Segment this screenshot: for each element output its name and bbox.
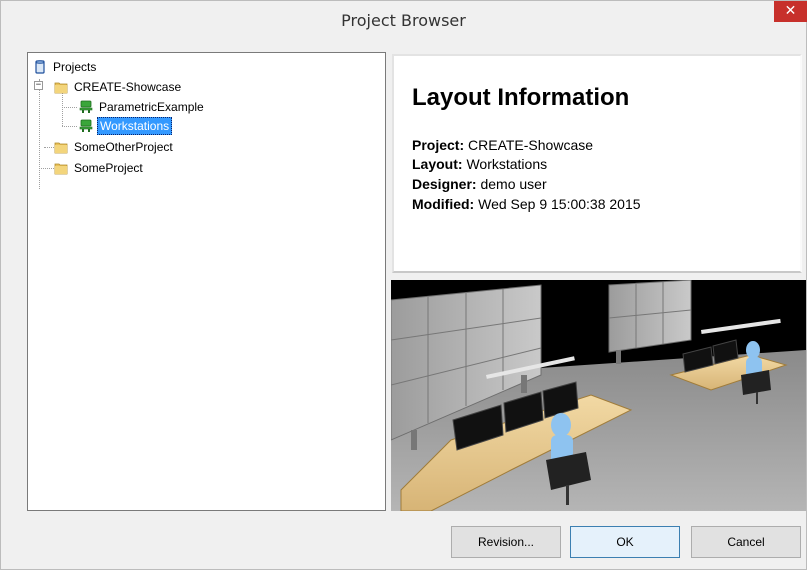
- layout-preview-image: [391, 280, 806, 511]
- info-label: Layout:: [412, 156, 463, 172]
- tree-item-label: Workstations: [97, 117, 173, 135]
- tree-item-label: ParametricExample: [99, 100, 204, 114]
- project-tree[interactable]: Projects − CREATE-Showcase ParametricExa…: [27, 52, 386, 511]
- folder-icon: [53, 139, 69, 155]
- info-heading: Layout Information: [412, 84, 630, 111]
- tree-item-someotherproject[interactable]: SomeOtherProject: [53, 138, 175, 156]
- tree-connector: [39, 79, 40, 189]
- tree-item-label: Projects: [53, 60, 97, 74]
- info-modified: Modified: Wed Sep 9 15:00:38 2015: [412, 196, 641, 212]
- tree-item-workstations[interactable]: Workstations: [78, 117, 173, 135]
- info-value: Workstations: [462, 156, 548, 172]
- tree-item-projects[interactable]: Projects: [32, 58, 98, 76]
- tree-connector: [62, 107, 77, 108]
- tree-item-create-showcase[interactable]: CREATE-Showcase: [53, 78, 183, 96]
- cancel-button[interactable]: Cancel: [691, 526, 801, 558]
- info-value: Wed Sep 9 15:00:38 2015: [474, 196, 641, 212]
- tree-connector: [62, 126, 77, 127]
- title-bar[interactable]: Project Browser ✕: [1, 1, 807, 39]
- info-project: Project: CREATE-Showcase: [412, 137, 593, 153]
- tree-connector: [39, 168, 54, 169]
- info-label: Modified:: [412, 196, 475, 212]
- tree-item-label: SomeProject: [74, 161, 143, 175]
- database-icon: [32, 59, 48, 75]
- info-value: demo user: [476, 176, 547, 192]
- folder-icon: [53, 79, 69, 95]
- workstation-icon: [78, 99, 94, 115]
- info-label: Designer:: [412, 176, 477, 192]
- info-label: Project:: [412, 137, 465, 153]
- tree-item-label: SomeOtherProject: [74, 140, 173, 154]
- folder-icon: [53, 160, 69, 176]
- close-button[interactable]: ✕: [774, 1, 807, 22]
- ok-button[interactable]: OK: [570, 526, 680, 558]
- revision-button[interactable]: Revision...: [451, 526, 561, 558]
- collapse-toggle[interactable]: −: [34, 81, 43, 90]
- info-layout: Layout: Workstations: [412, 156, 547, 172]
- tree-item-parametricexample[interactable]: ParametricExample: [78, 98, 206, 116]
- workstation-icon: [78, 118, 94, 134]
- tree-item-someproject[interactable]: SomeProject: [53, 159, 145, 177]
- info-value: CREATE-Showcase: [464, 137, 594, 153]
- project-browser-dialog: Project Browser ✕ Projects − CREATE-Show…: [0, 0, 807, 570]
- window-title: Project Browser: [341, 11, 466, 30]
- tree-item-label: CREATE-Showcase: [74, 80, 182, 94]
- layout-info-panel: Layout Information Project: CREATE-Showc…: [392, 54, 802, 273]
- info-designer: Designer: demo user: [412, 176, 547, 192]
